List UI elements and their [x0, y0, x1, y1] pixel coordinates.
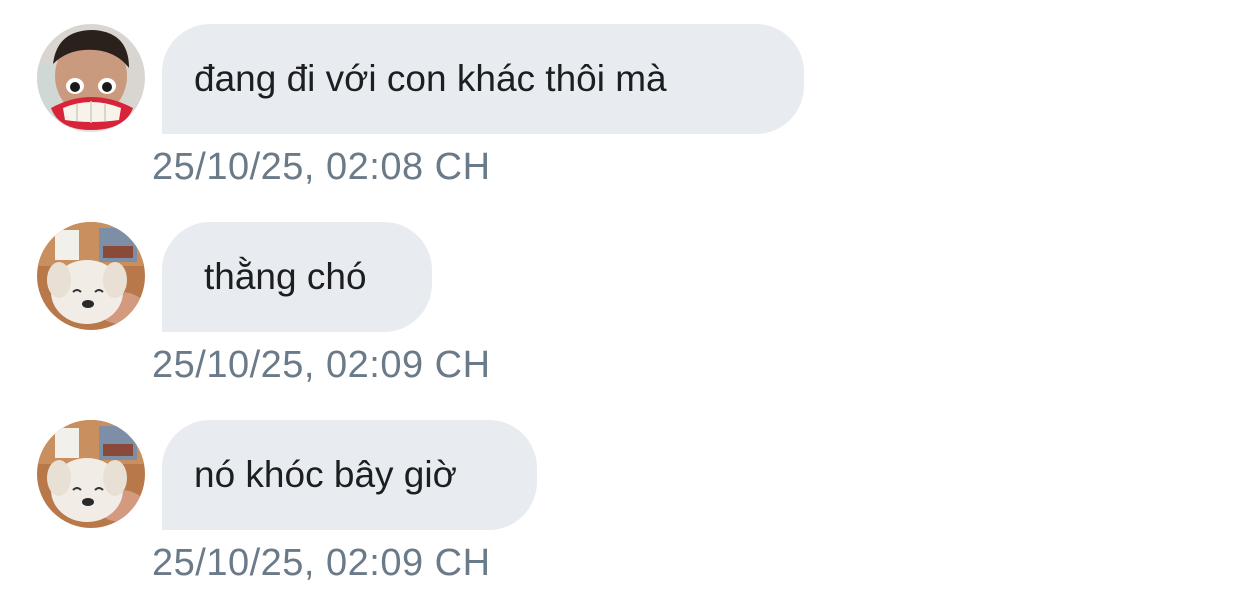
- message-text: thằng chó: [204, 256, 367, 297]
- person-avatar-icon: [37, 24, 145, 132]
- message-text: nó khóc bây giờ: [194, 454, 457, 495]
- message-text: đang đi với con khác thôi mà: [194, 58, 667, 99]
- message-timestamp: 25/10/25, 02:09 CH: [152, 344, 491, 386]
- puppy-avatar[interactable]: [37, 420, 145, 528]
- puppy-avatar-icon: [37, 420, 145, 528]
- message-bubble[interactable]: đang đi với con khác thôi mà: [162, 24, 804, 134]
- person-avatar[interactable]: [37, 24, 145, 132]
- message-item: thằng chó 25/10/25, 02:09 CH: [0, 222, 1242, 402]
- message-timestamp: 25/10/25, 02:08 CH: [152, 146, 491, 188]
- puppy-avatar[interactable]: [37, 222, 145, 330]
- message-bubble[interactable]: thằng chó: [162, 222, 432, 332]
- message-item: nó khóc bây giờ 25/10/25, 02:09 CH: [0, 420, 1242, 600]
- message-item: đang đi với con khác thôi mà 25/10/25, 0…: [0, 24, 1242, 204]
- puppy-avatar-icon: [37, 222, 145, 330]
- message-bubble[interactable]: nó khóc bây giờ: [162, 420, 537, 530]
- message-timestamp: 25/10/25, 02:09 CH: [152, 542, 491, 584]
